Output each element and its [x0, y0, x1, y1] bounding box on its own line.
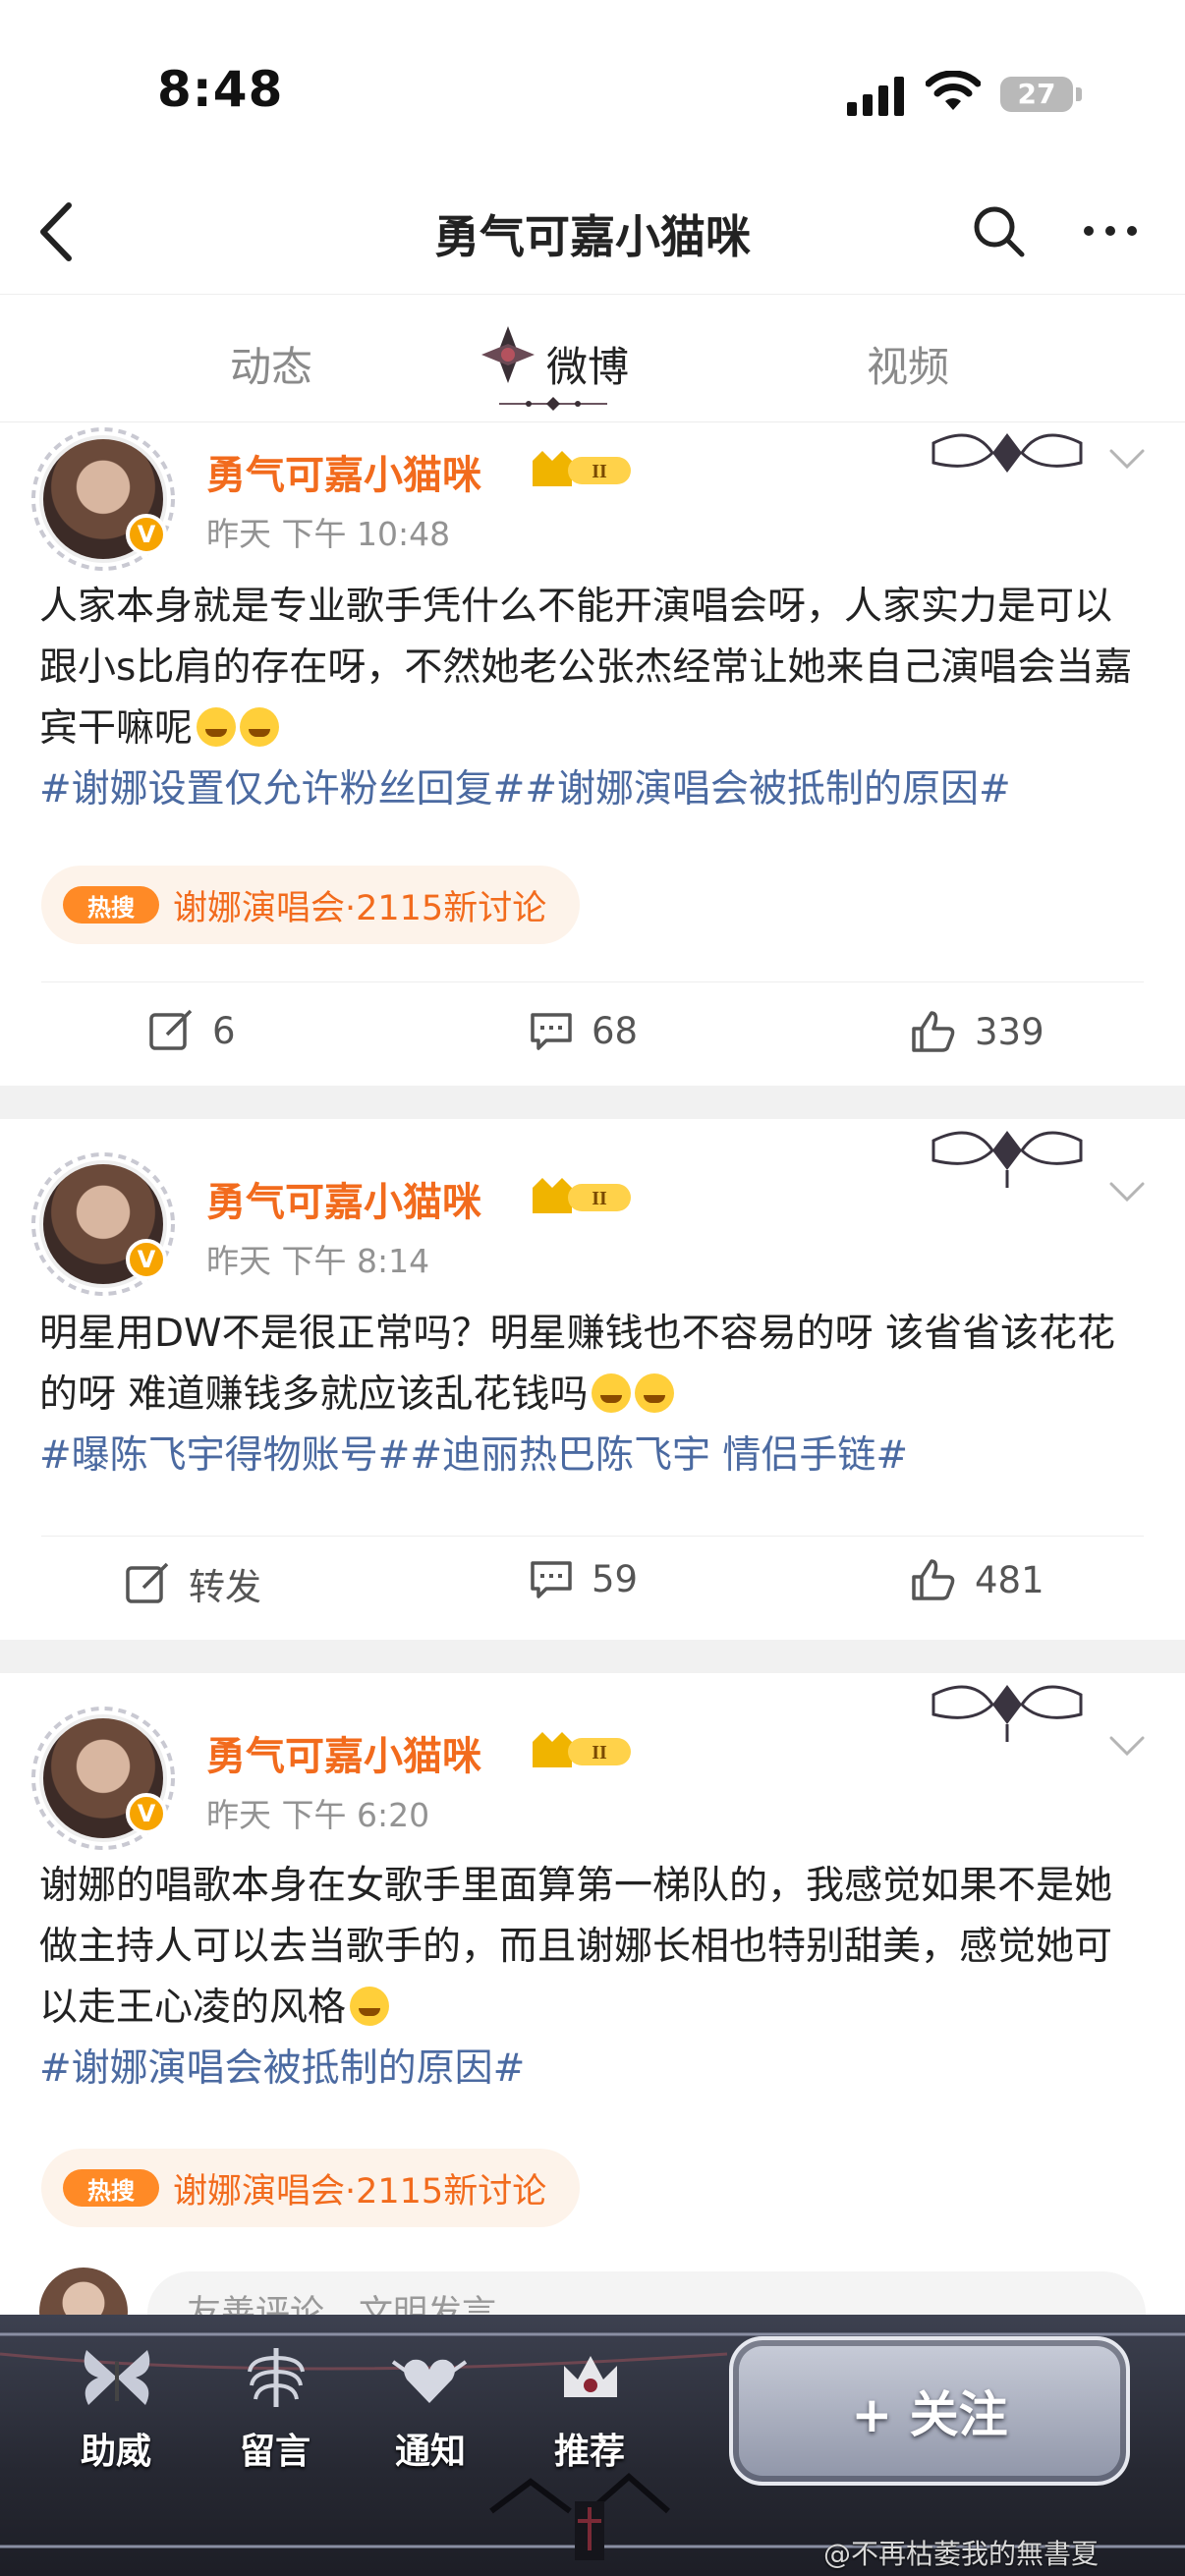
hot-search-text: 谢娜演唱会·2115新讨论 [173, 2171, 547, 2212]
gothic-bow-ornament-icon [931, 1131, 1083, 1188]
hot-search-badge: 热搜 [63, 886, 159, 924]
winged-heart-icon [391, 2359, 468, 2403]
post-separator [0, 1640, 1185, 1673]
status-bar: 8:48 27 [0, 0, 1185, 172]
status-time: 8:48 [157, 61, 284, 118]
svg-text:II: II [592, 1188, 607, 1209]
top-nav-bar: 勇气可嘉小猫咪 [0, 172, 1185, 295]
tab-videos[interactable]: 视频 [867, 334, 949, 394]
follow-button[interactable]: + 关注 [729, 2336, 1130, 2486]
divider [41, 981, 1144, 982]
butterfly-icon [84, 2350, 150, 2405]
post-text: 人家本身就是专业歌手凭什么不能开演唱会呀，人家实力是可以跟小s比肩的存在呀，不然… [39, 577, 1150, 759]
divider [41, 1536, 1144, 1537]
battery-cap [1076, 87, 1082, 101]
member-level-badge-icon[interactable]: II [529, 1174, 637, 1217]
comment-icon [531, 1561, 572, 1598]
post-time: 昨天 下午 6:20 [206, 1796, 430, 1834]
repost-icon [149, 1009, 193, 1050]
like-button[interactable]: 339 [910, 1009, 1044, 1054]
hot-search-badge: 热搜 [63, 2169, 159, 2207]
thumbs-up-icon [912, 1559, 955, 1600]
search-icon[interactable] [969, 201, 1028, 260]
ribcage-icon [248, 2348, 305, 2407]
verified-badge-icon: V [126, 1239, 167, 1280]
post-topics[interactable]: #曝陈飞宇得物账号##迪丽热巴陈飞宇 情侣手链# [39, 1426, 1150, 1486]
watermark: @不再枯萎我的無書夏 [823, 2538, 1100, 2570]
chevron-down-icon[interactable] [1108, 1180, 1146, 1204]
repost-button[interactable]: 转发 [124, 1557, 261, 1610]
comment-count: 68 [592, 1009, 639, 1052]
like-count: 339 [975, 1010, 1044, 1053]
hot-search-pill[interactable]: 热搜 谢娜演唱会·2115新讨论 [41, 866, 581, 944]
post-time: 昨天 下午 8:14 [206, 1242, 430, 1280]
sweat-smile-emoji-icon [635, 1373, 675, 1413]
like-count: 481 [975, 1558, 1044, 1601]
profile-tabs: 动态 微博 视频 [0, 295, 1185, 422]
battery-indicator: 27 [1000, 77, 1073, 112]
hot-search-text: 谢娜演唱会·2115新讨论 [173, 888, 547, 928]
verified-badge-icon: V [126, 1793, 167, 1834]
comment-button[interactable]: 68 [529, 1009, 638, 1052]
gothic-bow-ornament-icon [931, 433, 1083, 473]
svg-text:II: II [592, 1742, 607, 1764]
post-text-content: 明星用DW不是很正常吗？明星赚钱也不容易的呀 该省省该花花的呀 难道赚钱多就应该… [39, 1312, 1115, 1417]
post-text: 谢娜的唱歌本身在女歌手里面算第一梯队的，我感觉如果不是她做主持人可以去当歌手的，… [39, 1856, 1150, 2039]
post-topics[interactable]: #谢娜演唱会被抵制的原因# [39, 2039, 1150, 2100]
hot-search-badge-label: 热搜 [87, 893, 135, 922]
svg-text:II: II [592, 461, 607, 482]
weibo-post: V 勇气可嘉小猫咪 II 昨天 下午 6:20 谢娜的唱歌本身在女歌手里面算第一… [0, 1673, 1185, 2322]
gothic-bow-ornament-icon [931, 1685, 1083, 1742]
repost-label: 转发 [189, 1566, 261, 1608]
chevron-down-icon[interactable] [1108, 447, 1146, 471]
tab-dynamics[interactable]: 动态 [230, 334, 312, 394]
member-level-badge-icon[interactable]: II [529, 1728, 637, 1771]
follow-label: + 关注 [851, 2386, 1008, 2443]
post-text-content: 谢娜的唱歌本身在女歌手里面算第一梯队的，我感觉如果不是她做主持人可以去当歌手的，… [39, 1864, 1113, 2030]
recommend-button[interactable]: 推荐 [554, 2423, 625, 2474]
username[interactable]: 勇气可嘉小猫咪 [206, 443, 481, 500]
notify-button[interactable]: 通知 [395, 2423, 466, 2474]
message-button[interactable]: 留言 [240, 2423, 310, 2474]
wifi-icon [926, 71, 981, 110]
post-text: 明星用DW不是很正常吗？明星赚钱也不容易的呀 该省省该花花的呀 难道赚钱多就应该… [39, 1304, 1150, 1426]
sweat-smile-emoji-icon [592, 1373, 632, 1413]
repost-count: 6 [212, 1009, 236, 1052]
gothic-ornament-icon [481, 326, 535, 383]
heart-kiss-emoji-icon [350, 1987, 390, 2026]
laughing-crying-emoji-icon [240, 707, 280, 747]
comment-count: 59 [592, 1557, 639, 1600]
comment-button[interactable]: 59 [529, 1557, 638, 1600]
username[interactable]: 勇气可嘉小猫咪 [206, 1170, 481, 1227]
comment-icon [531, 1013, 572, 1050]
member-level-badge-icon[interactable]: II [529, 447, 637, 490]
cheer-button[interactable]: 助威 [81, 2423, 151, 2474]
laughing-crying-emoji-icon [197, 707, 237, 747]
like-button[interactable]: 481 [910, 1557, 1044, 1602]
post-time: 昨天 下午 10:48 [206, 515, 451, 553]
gothic-crown-icon [564, 2356, 617, 2397]
chevron-down-icon[interactable] [1108, 1734, 1146, 1758]
cellular-signal-icon [847, 77, 904, 116]
tab-weibo[interactable]: 微博 [546, 334, 629, 394]
post-topics[interactable]: #谢娜设置仅允许粉丝回复##谢娜演唱会被抵制的原因# [39, 759, 1150, 820]
verified-badge-icon: V [126, 514, 167, 555]
repost-button[interactable]: 6 [147, 1009, 236, 1052]
repost-icon [126, 1562, 169, 1603]
more-options-icon[interactable] [1081, 211, 1140, 251]
active-tab-indicator [499, 397, 607, 411]
username[interactable]: 勇气可嘉小猫咪 [206, 1724, 481, 1781]
hot-search-badge-label: 热搜 [87, 2176, 135, 2205]
weibo-post: V 勇气可嘉小猫咪 II 昨天 下午 8:14 明星用DW不是很正常吗？明星赚钱… [0, 1119, 1185, 1640]
thumbs-up-icon [912, 1011, 955, 1052]
post-separator [0, 1086, 1185, 1119]
weibo-post: V 勇气可嘉小猫咪 II 昨天 下午 10:48 人家本身就是专业歌手凭什么不能… [0, 423, 1185, 1086]
hot-search-pill[interactable]: 热搜 谢娜演唱会·2115新讨论 [41, 2149, 581, 2227]
